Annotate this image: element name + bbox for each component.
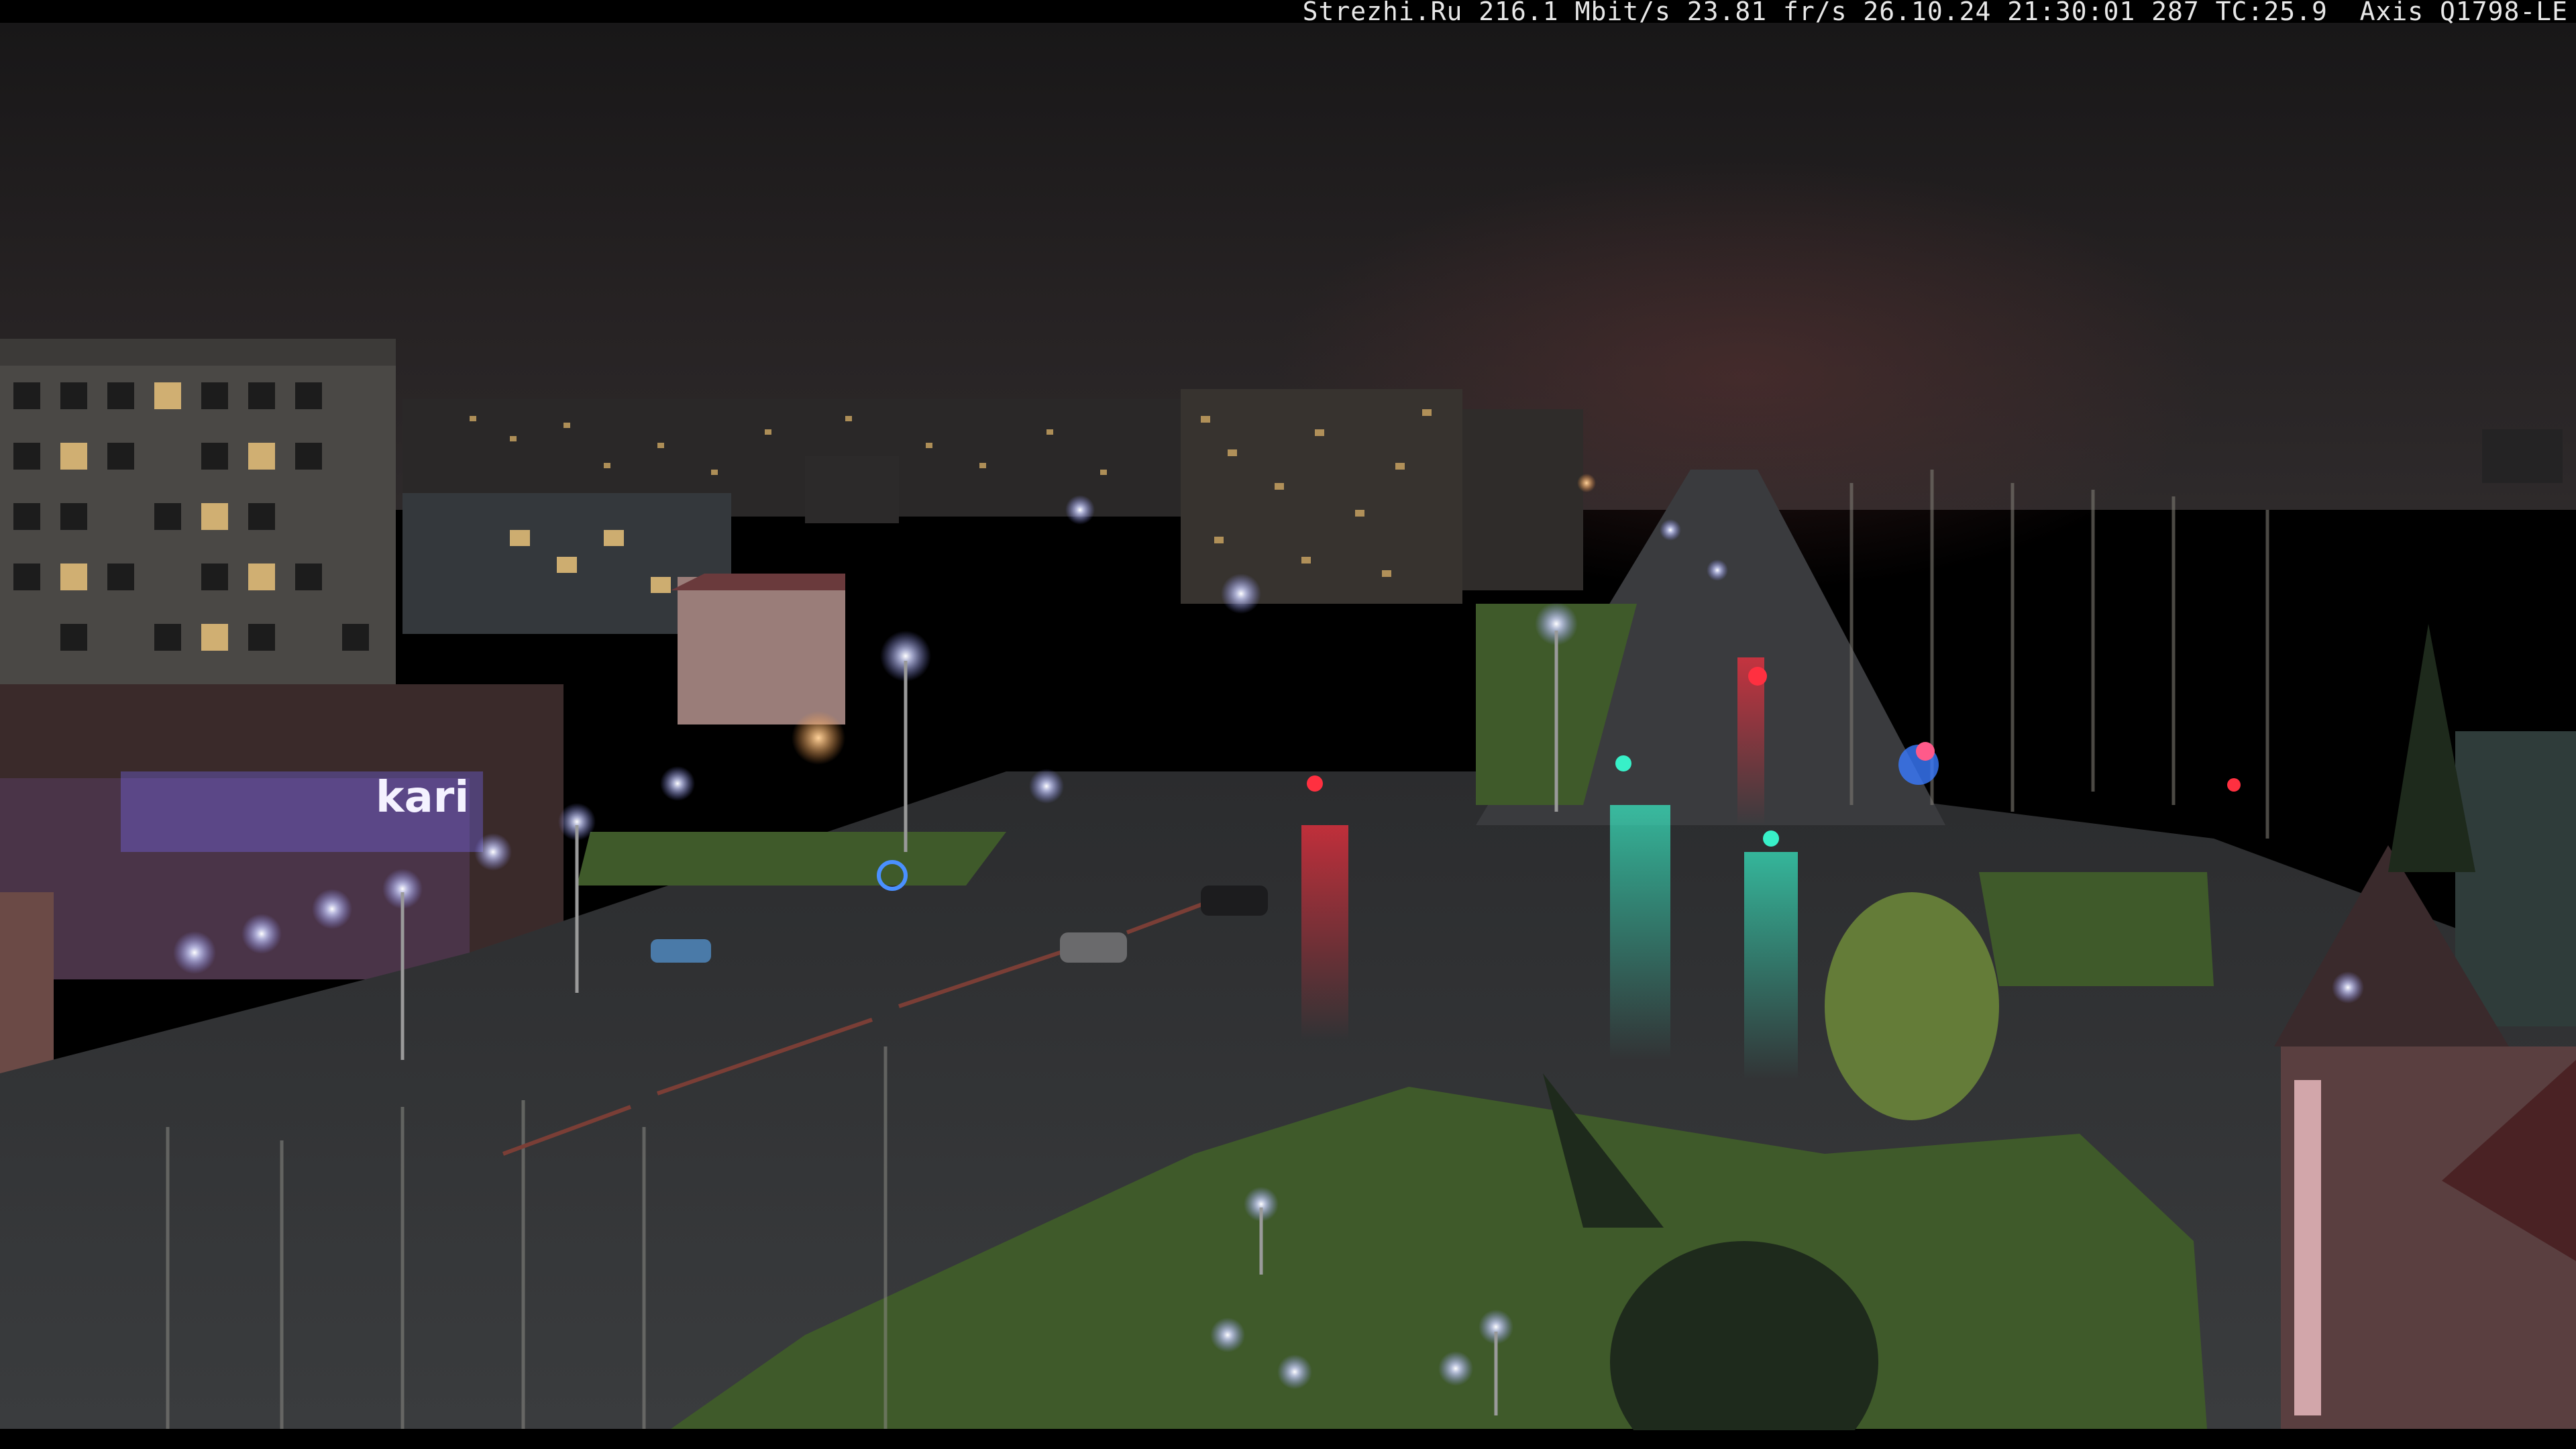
crossing-green-reflection — [1744, 852, 1798, 1080]
bottom-letterbox — [0, 1430, 2576, 1449]
night-city-webcam-scene: kari — [0, 0, 2576, 1449]
avenue-green-reflection — [1610, 805, 1670, 1060]
crossing-red-reflection — [1301, 825, 1348, 1040]
kari-store-sign: kari — [376, 773, 469, 822]
camera-info-text: Strezhi.Ru 216.1 Mbit/s 23.81 fr/s 26.10… — [1302, 0, 2568, 26]
pink-building — [678, 577, 845, 724]
